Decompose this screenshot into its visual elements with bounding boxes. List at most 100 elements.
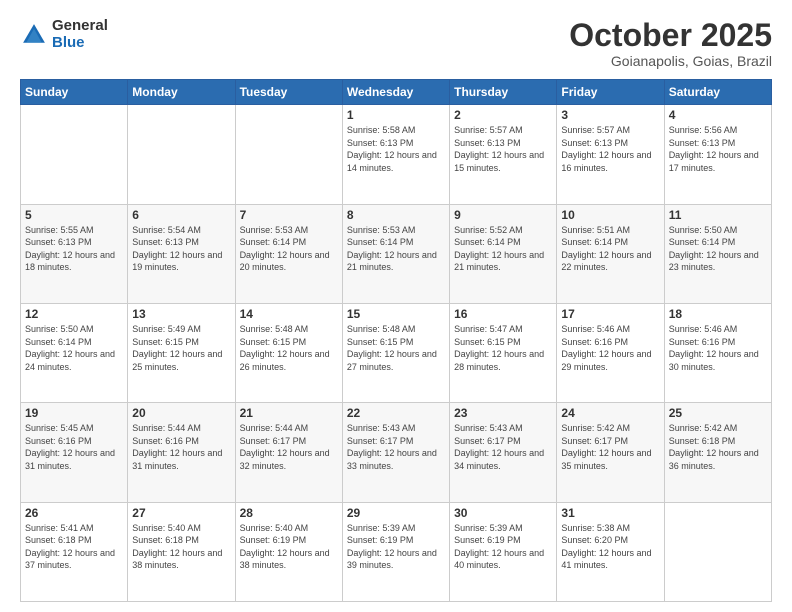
calendar-cell: 6 Sunrise: 5:54 AM Sunset: 6:13 PM Daylig… — [128, 204, 235, 303]
day-info: Sunrise: 5:42 AM Sunset: 6:18 PM Dayligh… — [669, 422, 767, 472]
logo-icon — [20, 21, 48, 49]
calendar-day-header: Monday — [128, 80, 235, 105]
calendar-day-header: Wednesday — [342, 80, 449, 105]
day-info: Sunrise: 5:53 AM Sunset: 6:14 PM Dayligh… — [347, 224, 445, 274]
day-info: Sunrise: 5:40 AM Sunset: 6:19 PM Dayligh… — [240, 522, 338, 572]
day-number: 20 — [132, 406, 230, 420]
calendar-cell: 21 Sunrise: 5:44 AM Sunset: 6:17 PM Dayli… — [235, 403, 342, 502]
calendar-cell: 7 Sunrise: 5:53 AM Sunset: 6:14 PM Daylig… — [235, 204, 342, 303]
day-info: Sunrise: 5:48 AM Sunset: 6:15 PM Dayligh… — [347, 323, 445, 373]
day-number: 18 — [669, 307, 767, 321]
title-block: October 2025 Goianapolis, Goias, Brazil — [569, 18, 772, 69]
day-number: 6 — [132, 208, 230, 222]
calendar-cell: 10 Sunrise: 5:51 AM Sunset: 6:14 PM Dayli… — [557, 204, 664, 303]
day-number: 5 — [25, 208, 123, 222]
day-number: 28 — [240, 506, 338, 520]
day-number: 8 — [347, 208, 445, 222]
calendar-cell: 16Sunrise: 5:47 AM Sunset: 6:15 PM Dayli… — [450, 303, 557, 402]
day-number: 10 — [561, 208, 659, 222]
header: General Blue October 2025 Goianapolis, G… — [20, 18, 772, 69]
calendar-cell: 26 Sunrise: 5:41 AM Sunset: 6:18 PM Dayli… — [21, 502, 128, 601]
day-number: 7 — [240, 208, 338, 222]
calendar-cell: 11Sunrise: 5:50 AM Sunset: 6:14 PM Dayli… — [664, 204, 771, 303]
day-number: 27 — [132, 506, 230, 520]
day-number: 24 — [561, 406, 659, 420]
day-number: 17 — [561, 307, 659, 321]
day-info: Sunrise: 5:43 AM Sunset: 6:17 PM Dayligh… — [454, 422, 552, 472]
calendar-cell — [21, 105, 128, 204]
day-info: Sunrise: 5:41 AM Sunset: 6:18 PM Dayligh… — [25, 522, 123, 572]
day-info: Sunrise: 5:42 AM Sunset: 6:17 PM Dayligh… — [561, 422, 659, 472]
calendar-week-row: 5Sunrise: 5:55 AM Sunset: 6:13 PM Daylig… — [21, 204, 772, 303]
calendar-day-header: Saturday — [664, 80, 771, 105]
calendar-table: SundayMondayTuesdayWednesdayThursdayFrid… — [20, 79, 772, 602]
day-number: 1 — [347, 108, 445, 122]
month-title: October 2025 — [569, 18, 772, 53]
day-number: 21 — [240, 406, 338, 420]
calendar-cell — [235, 105, 342, 204]
day-number: 2 — [454, 108, 552, 122]
day-info: Sunrise: 5:40 AM Sunset: 6:18 PM Dayligh… — [132, 522, 230, 572]
logo-general: General — [52, 17, 108, 34]
day-number: 29 — [347, 506, 445, 520]
logo-text: General Blue — [52, 18, 108, 51]
calendar-cell: 22Sunrise: 5:43 AM Sunset: 6:17 PM Dayli… — [342, 403, 449, 502]
calendar-cell: 17 Sunrise: 5:46 AM Sunset: 6:16 PM Dayli… — [557, 303, 664, 402]
calendar-day-header: Tuesday — [235, 80, 342, 105]
day-info: Sunrise: 5:57 AM Sunset: 6:13 PM Dayligh… — [454, 124, 552, 174]
calendar-cell: 19 Sunrise: 5:45 AM Sunset: 6:16 PM Dayli… — [21, 403, 128, 502]
calendar-cell: 25 Sunrise: 5:42 AM Sunset: 6:18 PM Dayli… — [664, 403, 771, 502]
day-info: Sunrise: 5:50 AM Sunset: 6:14 PM Dayligh… — [669, 224, 767, 274]
calendar-cell: 12Sunrise: 5:50 AM Sunset: 6:14 PM Dayli… — [21, 303, 128, 402]
day-number: 22 — [347, 406, 445, 420]
day-number: 25 — [669, 406, 767, 420]
day-info: Sunrise: 5:50 AM Sunset: 6:14 PM Dayligh… — [25, 323, 123, 373]
calendar-week-row: 26 Sunrise: 5:41 AM Sunset: 6:18 PM Dayli… — [21, 502, 772, 601]
day-info: Sunrise: 5:44 AM Sunset: 6:17 PM Dayligh… — [240, 422, 338, 472]
calendar-cell: 30Sunrise: 5:39 AM Sunset: 6:19 PM Dayli… — [450, 502, 557, 601]
day-info: Sunrise: 5:39 AM Sunset: 6:19 PM Dayligh… — [347, 522, 445, 572]
day-info: Sunrise: 5:53 AM Sunset: 6:14 PM Dayligh… — [240, 224, 338, 274]
day-info: Sunrise: 5:44 AM Sunset: 6:16 PM Dayligh… — [132, 422, 230, 472]
calendar-cell — [128, 105, 235, 204]
day-info: Sunrise: 5:51 AM Sunset: 6:14 PM Dayligh… — [561, 224, 659, 274]
day-info: Sunrise: 5:46 AM Sunset: 6:16 PM Dayligh… — [561, 323, 659, 373]
calendar-week-row: 1 Sunrise: 5:58 AM Sunset: 6:13 PM Daylig… — [21, 105, 772, 204]
day-info: Sunrise: 5:56 AM Sunset: 6:13 PM Dayligh… — [669, 124, 767, 174]
day-info: Sunrise: 5:39 AM Sunset: 6:19 PM Dayligh… — [454, 522, 552, 572]
day-number: 23 — [454, 406, 552, 420]
day-number: 31 — [561, 506, 659, 520]
calendar-day-header: Thursday — [450, 80, 557, 105]
logo-blue: Blue — [52, 34, 85, 51]
day-info: Sunrise: 5:47 AM Sunset: 6:15 PM Dayligh… — [454, 323, 552, 373]
day-info: Sunrise: 5:57 AM Sunset: 6:13 PM Dayligh… — [561, 124, 659, 174]
calendar-cell: 3 Sunrise: 5:57 AM Sunset: 6:13 PM Daylig… — [557, 105, 664, 204]
day-number: 14 — [240, 307, 338, 321]
calendar-cell: 15Sunrise: 5:48 AM Sunset: 6:15 PM Dayli… — [342, 303, 449, 402]
calendar-cell: 5Sunrise: 5:55 AM Sunset: 6:13 PM Daylig… — [21, 204, 128, 303]
calendar-cell: 4Sunrise: 5:56 AM Sunset: 6:13 PM Daylig… — [664, 105, 771, 204]
day-number: 26 — [25, 506, 123, 520]
location: Goianapolis, Goias, Brazil — [569, 53, 772, 69]
day-info: Sunrise: 5:38 AM Sunset: 6:20 PM Dayligh… — [561, 522, 659, 572]
calendar-cell: 27 Sunrise: 5:40 AM Sunset: 6:18 PM Dayli… — [128, 502, 235, 601]
calendar-cell: 20 Sunrise: 5:44 AM Sunset: 6:16 PM Dayli… — [128, 403, 235, 502]
page: General Blue October 2025 Goianapolis, G… — [0, 0, 792, 612]
calendar-cell: 24 Sunrise: 5:42 AM Sunset: 6:17 PM Dayli… — [557, 403, 664, 502]
calendar-cell: 9Sunrise: 5:52 AM Sunset: 6:14 PM Daylig… — [450, 204, 557, 303]
day-number: 3 — [561, 108, 659, 122]
day-info: Sunrise: 5:45 AM Sunset: 6:16 PM Dayligh… — [25, 422, 123, 472]
day-info: Sunrise: 5:54 AM Sunset: 6:13 PM Dayligh… — [132, 224, 230, 274]
day-info: Sunrise: 5:49 AM Sunset: 6:15 PM Dayligh… — [132, 323, 230, 373]
calendar-cell: 29 Sunrise: 5:39 AM Sunset: 6:19 PM Dayli… — [342, 502, 449, 601]
calendar-cell: 1 Sunrise: 5:58 AM Sunset: 6:13 PM Daylig… — [342, 105, 449, 204]
calendar-cell: 23 Sunrise: 5:43 AM Sunset: 6:17 PM Dayli… — [450, 403, 557, 502]
day-info: Sunrise: 5:46 AM Sunset: 6:16 PM Dayligh… — [669, 323, 767, 373]
day-info: Sunrise: 5:58 AM Sunset: 6:13 PM Dayligh… — [347, 124, 445, 174]
calendar-cell: 2 Sunrise: 5:57 AM Sunset: 6:13 PM Daylig… — [450, 105, 557, 204]
day-number: 19 — [25, 406, 123, 420]
calendar-header-row: SundayMondayTuesdayWednesdayThursdayFrid… — [21, 80, 772, 105]
calendar-cell: 13Sunrise: 5:49 AM Sunset: 6:15 PM Dayli… — [128, 303, 235, 402]
calendar-day-header: Friday — [557, 80, 664, 105]
calendar-week-row: 12Sunrise: 5:50 AM Sunset: 6:14 PM Dayli… — [21, 303, 772, 402]
